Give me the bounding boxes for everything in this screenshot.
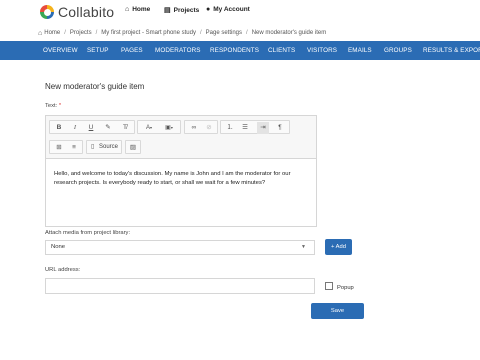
indent-icon[interactable]: ⇥ — [257, 122, 269, 134]
logo[interactable]: Collabito — [40, 4, 114, 20]
media-select-value: None — [51, 244, 66, 250]
underline-icon[interactable]: U — [85, 122, 97, 134]
image-icon[interactable]: ▨ — [127, 142, 139, 154]
breadcrumb-home[interactable]: Home — [44, 30, 60, 36]
bg-color-icon[interactable]: ▣▾ — [160, 122, 178, 134]
italic-icon[interactable]: I — [69, 122, 81, 134]
breadcrumb-separator: / — [64, 30, 66, 36]
horizontal-rule-icon[interactable]: ≡ — [68, 142, 80, 154]
table-icon[interactable]: ⊞ — [53, 142, 65, 154]
breadcrumb-separator: / — [95, 30, 98, 36]
logo-text: Collabito — [58, 4, 115, 20]
nav-projects[interactable]: ▤ Projects — [164, 6, 200, 15]
tab-pages[interactable]: PAGES — [121, 41, 143, 60]
editor-toolbar: B I U ✎ T̸ A▾ ▣▾ ∞ ⊘ ⒈ ☰ ⇥ ¶ ⊞ ≡ ▯ Sourc… — [46, 116, 316, 159]
main-nav: OVERVIEW SETUP PAGES MODERATORS RESPONDE… — [0, 41, 480, 60]
home-icon: ⌂ — [38, 29, 43, 37]
nav-projects-label: Projects — [173, 6, 200, 14]
bulleted-list-icon[interactable]: ☰ — [239, 122, 251, 134]
colors-group: A▾ ▣▾ — [137, 120, 181, 134]
nav-home[interactable]: ⌂ Home — [125, 6, 150, 13]
chevron-down-icon: ▼ — [301, 244, 306, 250]
text-color-icon[interactable]: A▾ — [140, 122, 158, 134]
numbered-list-icon[interactable]: ⒈ — [224, 122, 236, 134]
bold-icon[interactable]: B — [53, 122, 65, 134]
text-label-text: Text: — [45, 103, 58, 109]
popup-checkbox[interactable] — [325, 282, 333, 290]
editor-content[interactable]: Hello, and welcome to today's discussion… — [54, 170, 308, 187]
home-icon: ⌂ — [125, 6, 130, 13]
top-header: Collabito ⌂ Home ▤ Projects ● My Account — [0, 0, 480, 26]
user-icon: ● — [206, 6, 211, 13]
link-icon[interactable]: ∞ — [188, 122, 200, 134]
document-icon: ▤ — [164, 7, 171, 14]
source-button[interactable]: ▯ Source — [86, 140, 122, 154]
tab-clients[interactable]: CLIENTS — [268, 41, 295, 60]
breadcrumb-page-settings[interactable]: Page settings — [206, 30, 242, 36]
popup-label: Popup — [337, 285, 354, 291]
table-group: ⊞ ≡ — [49, 140, 83, 154]
media-select[interactable]: None ▼ — [45, 240, 315, 255]
nav-home-label: Home — [132, 6, 151, 13]
url-label: URL address: — [45, 267, 81, 273]
image-group: ▨ — [125, 140, 141, 154]
url-input[interactable] — [45, 278, 315, 294]
source-icon: ▯ — [91, 144, 95, 150]
url-input-value — [46, 288, 50, 294]
unlink-icon[interactable]: ⊘ — [203, 122, 215, 134]
links-group: ∞ ⊘ — [184, 120, 218, 134]
nav-my-account[interactable]: ● My Account — [206, 6, 250, 13]
breadcrumb-projects[interactable]: Projects — [70, 30, 92, 36]
breadcrumb: ⌂ Home / Projects / My first project - S… — [38, 27, 326, 39]
breadcrumb-current: New moderator's guide item — [251, 30, 327, 36]
tab-setup[interactable]: SETUP — [87, 41, 109, 60]
media-label: Attach media from project library: — [45, 230, 131, 236]
add-media-button[interactable]: + Add — [325, 239, 352, 255]
tab-visitors[interactable]: VISITORS — [307, 41, 337, 60]
clear-format-icon[interactable]: T̸ — [119, 122, 131, 134]
breadcrumb-separator: / — [246, 30, 248, 36]
lists-group: ⒈ ☰ ⇥ ¶ — [220, 120, 290, 134]
tab-emails[interactable]: EMAILS — [348, 41, 372, 60]
logo-icon — [40, 5, 54, 19]
tab-results-export[interactable]: RESULTS & EXPORT — [423, 41, 480, 60]
tab-moderators[interactable]: MODERATORS — [155, 41, 201, 60]
paragraph-direction-icon[interactable]: ¶ — [274, 122, 286, 134]
breadcrumb-separator: / — [199, 30, 202, 36]
tab-overview[interactable]: OVERVIEW — [43, 41, 78, 60]
breadcrumb-project[interactable]: My first project - Smart phone study — [101, 30, 196, 36]
nav-my-account-label: My Account — [213, 6, 250, 13]
save-button[interactable]: Save — [311, 303, 364, 319]
source-label: Source — [99, 144, 119, 150]
basic-styles-group: B I U ✎ T̸ — [49, 120, 135, 134]
tab-groups[interactable]: GROUPS — [384, 41, 412, 60]
required-mark: * — [58, 103, 62, 109]
format-painter-icon[interactable]: ✎ — [102, 122, 114, 134]
page-title: New moderator's guide item — [45, 82, 145, 91]
text-label: Text: * — [45, 103, 61, 109]
tab-respondents[interactable]: RESPONDENTS — [210, 41, 259, 60]
rich-text-editor: B I U ✎ T̸ A▾ ▣▾ ∞ ⊘ ⒈ ☰ ⇥ ¶ ⊞ ≡ ▯ Sourc… — [45, 115, 317, 227]
